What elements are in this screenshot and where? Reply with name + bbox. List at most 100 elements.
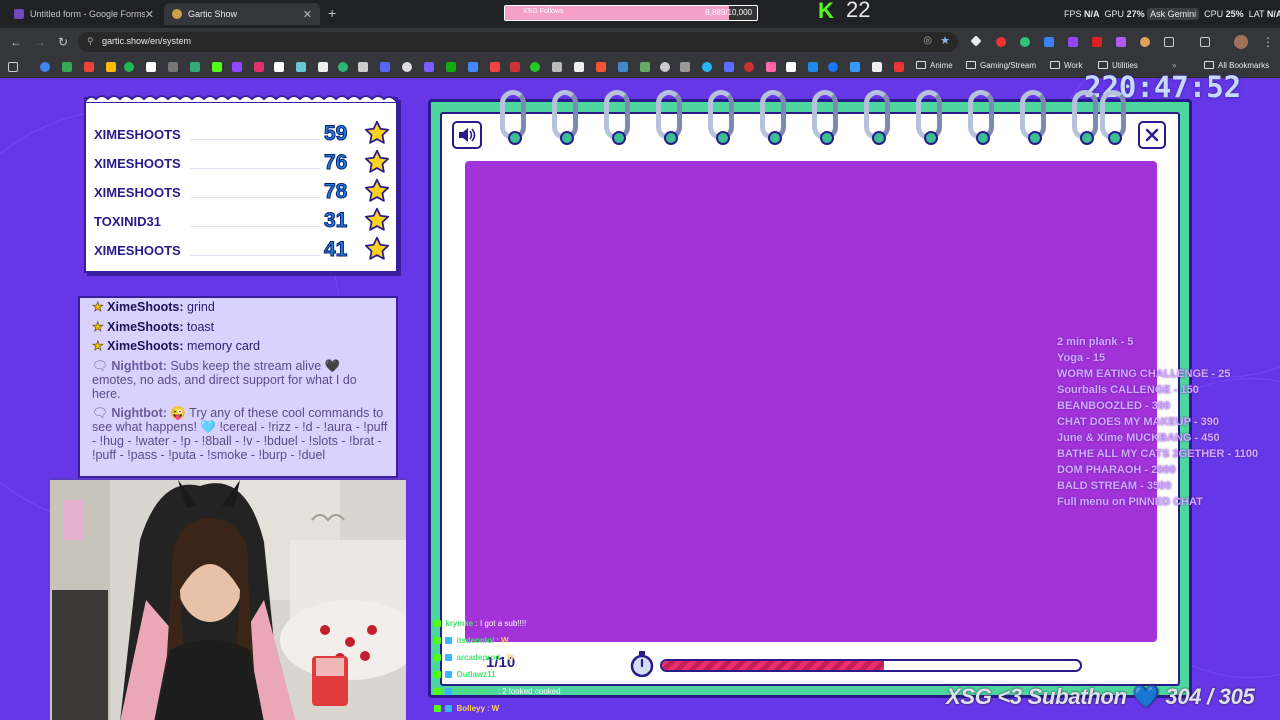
bookmark-icon[interactable]: [402, 62, 412, 72]
bookmarks-overflow-icon[interactable]: »: [1172, 61, 1176, 70]
overlay-chat-username: Outlawz11: [456, 687, 496, 696]
drawing-canvas[interactable]: [465, 161, 1157, 642]
bookmark-icon[interactable]: [680, 62, 690, 72]
extension-red-icon[interactable]: [1092, 37, 1102, 47]
bookmark-icon[interactable]: [424, 62, 434, 72]
bookmark-instagram-icon[interactable]: [254, 62, 264, 72]
star-icon: ★: [92, 319, 104, 334]
system-stats: FPS N/A GPU 27% Ask Gemini CPU 25% LAT N…: [1064, 8, 1280, 20]
extension-translate-icon[interactable]: [1044, 37, 1054, 47]
bookmark-icon[interactable]: [490, 62, 500, 72]
all-bookmarks-button[interactable]: All Bookmarks: [1204, 61, 1269, 70]
bookmark-icon[interactable]: [724, 62, 734, 72]
round-timer-bar: [660, 659, 1082, 672]
bookmark-icon[interactable]: [660, 62, 670, 72]
bookmark-star-icon[interactable]: ★: [940, 34, 950, 47]
bookmark-twitch-icon[interactable]: [232, 62, 242, 72]
scalloped-edge: [84, 95, 398, 103]
bookmark-folder-anime[interactable]: Anime: [916, 61, 953, 70]
site-info-icon[interactable]: ⚲: [87, 36, 94, 47]
bookmark-icon[interactable]: [358, 62, 368, 72]
spiral-ring: [916, 90, 942, 145]
player-name: XIMESHOOTS: [94, 127, 181, 142]
forward-arrow-icon[interactable]: →: [34, 35, 46, 49]
extensions-puzzle-icon[interactable]: [1164, 37, 1174, 47]
spiral-ring: [1020, 90, 1046, 145]
bookmark-kick-icon[interactable]: [212, 62, 222, 72]
menu-kebab-icon[interactable]: ⋮: [1262, 35, 1274, 49]
bookmark-folder-work[interactable]: Work: [1050, 61, 1083, 70]
spiral-ring: [500, 90, 526, 145]
bookmark-google-icon[interactable]: [40, 62, 50, 72]
bookmark-icon[interactable]: [894, 62, 904, 72]
tab-google-forms[interactable]: Untitled form - Google Forms ✕: [6, 3, 162, 25]
ask-gemini-button[interactable]: Ask Gemini: [1147, 8, 1200, 20]
folder-icon: [1098, 61, 1108, 69]
bookmark-drive-icon[interactable]: [106, 62, 116, 72]
bookmark-icon[interactable]: [168, 62, 178, 72]
tab-gartic-show[interactable]: Gartic Show ✕: [164, 3, 320, 25]
close-icon[interactable]: ✕: [145, 8, 154, 21]
bookmark-discord-icon[interactable]: [380, 62, 390, 72]
extension-green-icon[interactable]: [1020, 37, 1030, 47]
sidebar-icon[interactable]: [1200, 37, 1210, 47]
folder-icon: [1050, 61, 1060, 69]
bookmark-x-icon[interactable]: [146, 62, 156, 72]
bookmark-icon[interactable]: [338, 62, 348, 72]
extension-purple-icon[interactable]: [1116, 37, 1126, 47]
profile-avatar[interactable]: [1234, 35, 1248, 49]
bookmark-heart-icon[interactable]: [744, 62, 754, 72]
bookmark-icon[interactable]: [530, 62, 540, 72]
new-tab-button[interactable]: +: [328, 5, 336, 21]
bookmark-icon[interactable]: [468, 62, 478, 72]
extension-diamond-icon[interactable]: [970, 35, 982, 47]
bookmark-icon[interactable]: [872, 62, 882, 72]
extension-record-icon[interactable]: [996, 37, 1006, 47]
bookmark-folder-utilities[interactable]: Utilities: [1098, 61, 1138, 70]
bookmark-icon[interactable]: [850, 62, 860, 72]
bookmark-icon[interactable]: [786, 62, 796, 72]
subathon-label: XSG <3 Subathon: [946, 684, 1127, 709]
extension-twitch-icon[interactable]: [1068, 37, 1078, 47]
reload-icon[interactable]: ↻: [58, 35, 68, 49]
bookmark-gmail-icon[interactable]: [84, 62, 94, 72]
score-row: XIMESHOOTS 76: [94, 148, 390, 177]
bookmark-x-icon[interactable]: [274, 62, 284, 72]
player-score: 31: [323, 209, 348, 233]
bookmark-icon[interactable]: [702, 62, 712, 72]
bookmark-icon[interactable]: [574, 62, 584, 72]
bookmark-folder-gaming-stream[interactable]: Gaming/Stream: [966, 61, 1036, 70]
bookmark-icon[interactable]: [640, 62, 650, 72]
bookmark-icon[interactable]: [808, 62, 818, 72]
sub-badge-icon: [445, 705, 453, 712]
bookmark-icon[interactable]: [446, 62, 456, 72]
bookmark-icon[interactable]: [318, 62, 328, 72]
bookmark-icon[interactable]: [510, 62, 520, 72]
chat-bubble-icon: 🗨: [92, 406, 108, 420]
chat-username: XimeShoots:: [107, 300, 184, 314]
chat-message: 🗨 Nightbot: 😜 Try any of these cool comm…: [92, 406, 388, 462]
sound-toggle-button[interactable]: [452, 121, 482, 149]
bookmark-facebook-icon[interactable]: [828, 62, 838, 72]
star-icon: ★: [92, 338, 104, 353]
spiral-ring: [552, 90, 578, 145]
bookmark-maps-icon[interactable]: [62, 62, 72, 72]
spiral-ring: [656, 90, 682, 145]
bookmark-icon[interactable]: [766, 62, 776, 72]
bookmark-icon[interactable]: [190, 62, 200, 72]
overlay-chat-username: krymke: [445, 619, 474, 628]
bookmark-icon[interactable]: [596, 62, 606, 72]
apps-grid-icon[interactable]: [8, 62, 18, 72]
close-button[interactable]: [1138, 121, 1166, 149]
close-icon: [1145, 128, 1159, 142]
chat-username: XimeShoots:: [107, 339, 184, 353]
bookmark-tiktok-icon[interactable]: [296, 62, 306, 72]
close-icon[interactable]: ✕: [303, 8, 312, 21]
bookmark-spotify-icon[interactable]: [124, 62, 134, 72]
extension-orange-icon[interactable]: [1140, 37, 1150, 47]
back-arrow-icon[interactable]: ←: [10, 35, 22, 49]
address-bar[interactable]: ⚲ gartic.show/en/system ◎ ★: [78, 32, 958, 52]
bookmark-icon[interactable]: [618, 62, 628, 72]
bookmark-icon[interactable]: [552, 62, 562, 72]
eye-off-icon[interactable]: ◎: [923, 35, 932, 46]
